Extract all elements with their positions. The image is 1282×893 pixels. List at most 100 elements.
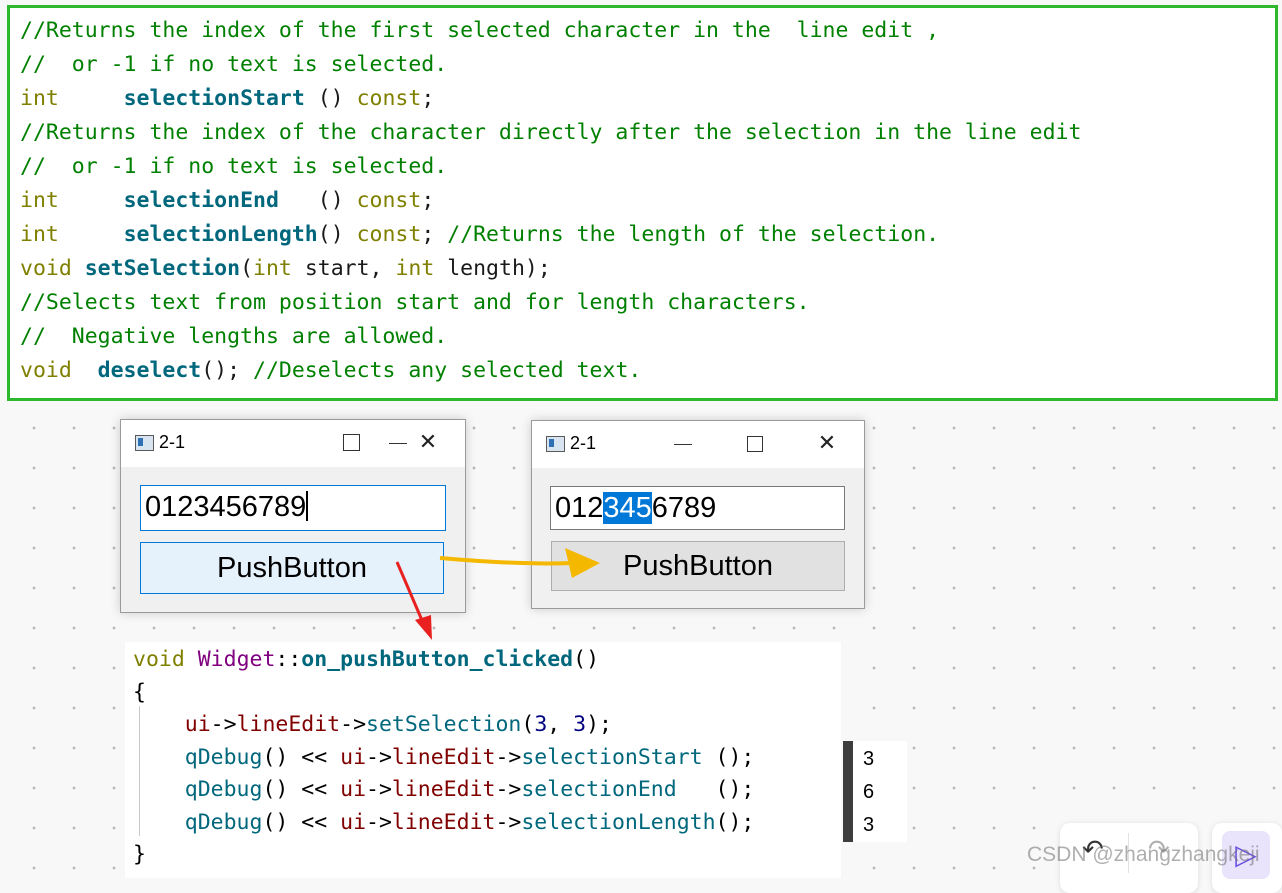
code-token: -> — [366, 809, 392, 835]
minimize-button[interactable] — [668, 429, 698, 459]
line-edit[interactable]: 0123456789 — [550, 486, 845, 530]
code-token: } — [133, 842, 146, 867]
code-token: () — [278, 188, 357, 213]
code-token: ; — [421, 86, 435, 111]
maximize-button[interactable] — [739, 429, 769, 459]
code-token: ); — [586, 712, 612, 737]
code-line: // Negative lengths are allowed. — [20, 320, 447, 354]
code-token: () — [317, 222, 357, 247]
code-token: // or -1 if no text is selected. — [20, 52, 448, 77]
code-token: :: — [275, 647, 302, 672]
code-token: setSelection — [366, 712, 522, 737]
code-token: int — [395, 256, 435, 281]
code-token: ( — [240, 256, 254, 281]
minimize-icon — [674, 444, 692, 445]
code-line: void setSelection(int start, int length)… — [20, 252, 551, 286]
window-titlebar: 2-1 ✕ — [532, 421, 864, 468]
code-token: //Returns the index of the character dir… — [20, 120, 1082, 145]
code-token: ui — [340, 809, 367, 835]
code-token: on_pushButton_clicked — [301, 647, 574, 672]
code-token: int — [20, 188, 59, 213]
code-token: //Selects text from position start and f… — [20, 290, 810, 315]
debug-console: 3 6 3 — [843, 741, 907, 842]
code-token: //Returns the length of the selection. — [447, 222, 940, 247]
code-token: { — [133, 679, 146, 705]
line-edit-selected-text: 345 — [603, 492, 652, 524]
code-token: // Negative lengths are allowed. — [20, 324, 448, 349]
code-token: -> — [366, 744, 392, 770]
code-line: qDebug() << ui->lineEdit->selectionLengt… — [133, 807, 755, 840]
code-token: ; — [421, 222, 448, 247]
console-line: 6 — [863, 781, 875, 803]
minimize-icon — [389, 443, 407, 444]
line-edit-text-after: 6789 — [651, 492, 717, 524]
code-token: -> — [495, 777, 522, 802]
console-line: 3 — [863, 748, 875, 770]
line-edit[interactable]: 0123456789 — [140, 485, 446, 531]
code-token: lineEdit — [236, 712, 341, 737]
red-arrow-head — [415, 615, 432, 640]
code-token: (); — [715, 809, 755, 835]
code-token: selectionStart — [521, 744, 703, 770]
code-line: // or -1 if no text is selected. — [20, 150, 447, 184]
code-token: -> — [340, 712, 367, 737]
console-line: 3 — [863, 814, 875, 836]
code-line: ui->lineEdit->setSelection(3, 3); — [133, 709, 612, 742]
minimize-button[interactable] — [383, 428, 413, 458]
code-token: ( — [521, 712, 535, 737]
close-button[interactable]: ✕ — [812, 429, 842, 459]
code-line: { — [133, 677, 146, 710]
code-token: // or -1 if no text is selected. — [20, 154, 448, 179]
code-line: qDebug() << ui->lineEdit->selectionStart… — [133, 742, 755, 775]
code-line: int selectionEnd () const; — [20, 184, 434, 218]
code-token: () << — [262, 744, 341, 770]
code-token: ui — [184, 712, 211, 737]
app-window-before: 2-1 ✕ 0123456789 PushButton — [120, 419, 466, 613]
code-token: (); — [201, 358, 254, 383]
code-token: selectionStart — [123, 86, 305, 111]
window-title: 2-1 — [159, 432, 186, 452]
code-line: // or -1 if no text is selected. — [20, 48, 447, 82]
code-token: Widget — [197, 647, 276, 672]
code-token: ; — [421, 188, 435, 213]
code-line: void Widget::on_pushButton_clicked() — [133, 644, 599, 677]
line-edit-text-before: 012 — [555, 492, 604, 524]
code-token: () — [304, 86, 357, 111]
code-token: qDebug — [184, 809, 263, 835]
code-token: length); — [434, 256, 551, 281]
code-line: } — [133, 839, 146, 872]
code-line: qDebug() << ui->lineEdit->selectionEnd (… — [133, 774, 755, 807]
push-button[interactable]: PushButton — [551, 541, 845, 591]
code-token: selectionLength — [123, 222, 318, 247]
code-token: //Deselects any selected text. — [253, 358, 642, 383]
code-token: -> — [495, 809, 522, 835]
code-line: int selectionLength() const; //Returns t… — [20, 218, 939, 252]
code-token: () — [573, 647, 600, 672]
push-button[interactable]: PushButton — [140, 542, 444, 594]
code-line: //Returns the index of the first selecte… — [20, 14, 939, 48]
code-token: lineEdit — [391, 744, 496, 770]
code-editor: void Widget::on_pushButton_clicked(){ ui… — [125, 642, 841, 878]
code-token: -> — [366, 777, 392, 802]
close-button[interactable]: ✕ — [413, 428, 443, 458]
app-icon — [135, 435, 154, 451]
code-token: int — [253, 256, 292, 281]
code-token: -> — [210, 712, 237, 737]
line-edit-text: 0123456789 — [145, 491, 307, 523]
code-token: const — [356, 188, 422, 213]
code-token: start, — [291, 256, 396, 281]
code-line: int selectionStart () const; — [20, 82, 434, 116]
code-token: deselect — [97, 358, 202, 383]
maximize-icon — [343, 434, 360, 451]
console-bar — [843, 741, 853, 842]
app-window-after: 2-1 ✕ 0123456789 PushButton — [531, 420, 865, 609]
code-token: const — [356, 222, 422, 247]
code-token: ui — [340, 744, 367, 770]
code-token: () << — [262, 777, 341, 802]
maximize-icon — [747, 436, 763, 452]
